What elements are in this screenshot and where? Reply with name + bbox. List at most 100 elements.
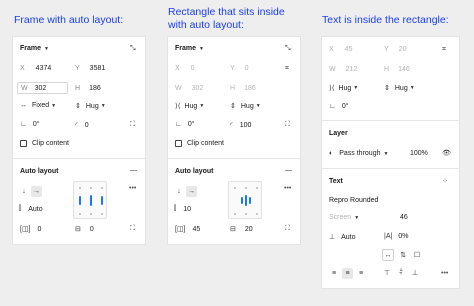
individual-padding-icon[interactable]: ⛶ [130,225,135,233]
y-field[interactable]: Y 0 [230,65,249,72]
text-styles-grid-icon[interactable]: ⁘ [442,177,448,185]
width-resize-icon: ↔ [20,102,27,109]
direction-toggle[interactable]: ↓ → [19,186,42,197]
y-label: Y [75,65,80,72]
clip-content-label: Clip content [187,140,224,147]
vertical-padding-field[interactable]: ⊟ 20 [230,225,253,234]
x-field[interactable]: X 45 [329,46,352,53]
divider [322,168,459,169]
caption-rectangle-line2: with auto layout: [168,19,244,31]
align-left-icon[interactable]: ≡ [329,269,339,279]
w-label: W [21,84,28,92]
h-field[interactable]: H 146 [384,66,410,73]
fixed-size-icon[interactable]: ☐ [412,250,422,260]
x-field[interactable]: X 4374 [20,65,51,72]
font-family-dropdown[interactable]: Repro Rounded [329,197,378,204]
height-mode-dropdown[interactable]: ⇕ Hug ▼ [75,102,106,111]
rotation-field[interactable]: ∟ 0° [329,103,349,110]
vertical-direction-icon[interactable]: ↓ [19,187,29,197]
height-mode-dropdown[interactable]: ⇕ Hug ▼ [230,102,261,111]
frame-header[interactable]: Frame ▼ [20,45,49,52]
radius-value: 0 [84,121,89,129]
spacing-field[interactable]: ⫿ Auto [19,205,43,213]
line-height-field[interactable]: ⊥ Auto [329,233,356,242]
auto-width-icon[interactable]: ↔ [382,249,394,261]
height-mode-dropdown[interactable]: ⇕ Hug ▼ [384,84,415,93]
clip-content-checkbox[interactable]: Clip content [20,140,69,147]
horizontal-direction-icon[interactable]: → [31,186,42,197]
horizontal-padding-field[interactable]: [◫] 0 [20,225,42,234]
corner-radius-icon: ◜ [75,122,78,129]
width-mode-dropdown[interactable]: ⟩⟨ Hug ▼ [175,102,204,111]
more-options-icon[interactable]: ••• [284,185,291,192]
text-resizing-group[interactable]: ↔ ⇅ ☐ [382,249,422,261]
width-mode-dropdown[interactable]: ⟩⟨ Hug ▼ [329,84,358,93]
horizontal-direction-icon[interactable]: → [186,186,197,197]
h-label: H [230,85,236,92]
align-center-icon[interactable]: ≡ [342,268,353,279]
vertical-align-group[interactable]: ⊤ ⫩ ⊥ [382,268,420,278]
y-value: 20 [398,46,407,53]
individual-padding-icon[interactable]: ⛶ [285,225,290,233]
letter-spacing-icon: |A| [384,233,393,240]
remove-auto-layout-icon[interactable]: — [285,167,292,174]
radius-field[interactable]: ◜ 100 [230,121,251,130]
vertical-padding-field[interactable]: ⊟ 0 [75,225,94,234]
h-field[interactable]: H 186 [230,85,256,92]
x-value: 4374 [35,65,52,72]
remove-auto-layout-icon[interactable]: — [130,167,137,174]
letter-spacing-field[interactable]: |A| 0% [384,233,408,240]
align-right-icon[interactable]: ≡ [356,269,366,279]
blend-mode-dropdown[interactable]: ◐ Pass through ▼ [329,150,388,157]
w-field[interactable]: W 302 [17,82,68,94]
w-label: W [175,85,182,92]
spacing-field[interactable]: ⫿ 10 [174,205,191,213]
height-resize-icon: ⇕ [75,103,81,110]
align-top-icon[interactable]: ⊤ [382,268,392,278]
font-size-field[interactable]: 46 [400,214,408,221]
rotation-field[interactable]: ∟ 0° [20,121,40,128]
radius-field[interactable]: ◜ 0 [75,121,89,130]
resize-to-fit-icon[interactable]: ⤡ [285,45,291,53]
opacity-field[interactable]: 100% [410,150,428,157]
more-options-icon[interactable]: ••• [441,270,448,277]
w-field[interactable]: W 212 [329,66,357,73]
y-field[interactable]: Y 3581 [75,65,105,72]
font-style-dropdown[interactable]: Screen ▼ [329,214,359,221]
horizontal-padding-field[interactable]: [◫] 45 [175,225,201,234]
clip-content-checkbox[interactable]: Clip content [175,140,224,147]
more-options-icon[interactable]: ••• [129,185,136,192]
text-align-left-group[interactable]: ≡ ≡ ≡ [329,268,366,279]
x-label: X [20,65,25,72]
align-bottom-icon[interactable]: ⊥ [410,268,420,278]
w-field[interactable]: W 302 [175,85,203,92]
h-field[interactable]: H 186 [75,85,101,92]
alignment-grid[interactable] [228,181,262,219]
independent-corners-icon[interactable]: ⛶ [130,121,135,129]
direction-toggle[interactable]: ↓ → [174,186,197,197]
align-middle-icon[interactable]: ⫩ [396,268,406,278]
height-hug-icon: ⇕ [230,103,236,110]
height-mode-value: Hug [85,102,99,110]
y-label: Y [384,46,389,53]
width-mode-value: Fixed [32,102,50,109]
width-mode-dropdown[interactable]: ↔ Fixed ▼ [20,102,56,109]
vertical-direction-icon[interactable]: ↓ [174,187,184,197]
spacing-value: Auto [28,205,43,213]
visibility-eye-icon[interactable]: 👁 [442,149,451,157]
horizontal-padding-value: 45 [192,225,201,233]
resize-to-fit-icon[interactable]: ⤡ [130,45,136,53]
independent-corners-icon[interactable]: ⛶ [285,121,290,129]
absolute-position-icon[interactable]: ⌗ [285,65,289,73]
frame-header[interactable]: Frame ▼ [175,45,204,52]
alignment-grid[interactable] [73,181,107,219]
auto-height-icon[interactable]: ⇅ [398,250,408,260]
rotation-field[interactable]: ∟ 0° [175,121,195,128]
y-field[interactable]: Y 20 [384,46,406,53]
x-field[interactable]: X 0 [175,65,195,72]
opacity-value: 100% [410,150,428,157]
y-value: 3581 [89,65,106,72]
chevron-down-icon: ▼ [199,45,204,52]
absolute-position-icon[interactable]: ⌗ [442,46,446,54]
horizontal-padding-value: 0 [37,225,42,233]
